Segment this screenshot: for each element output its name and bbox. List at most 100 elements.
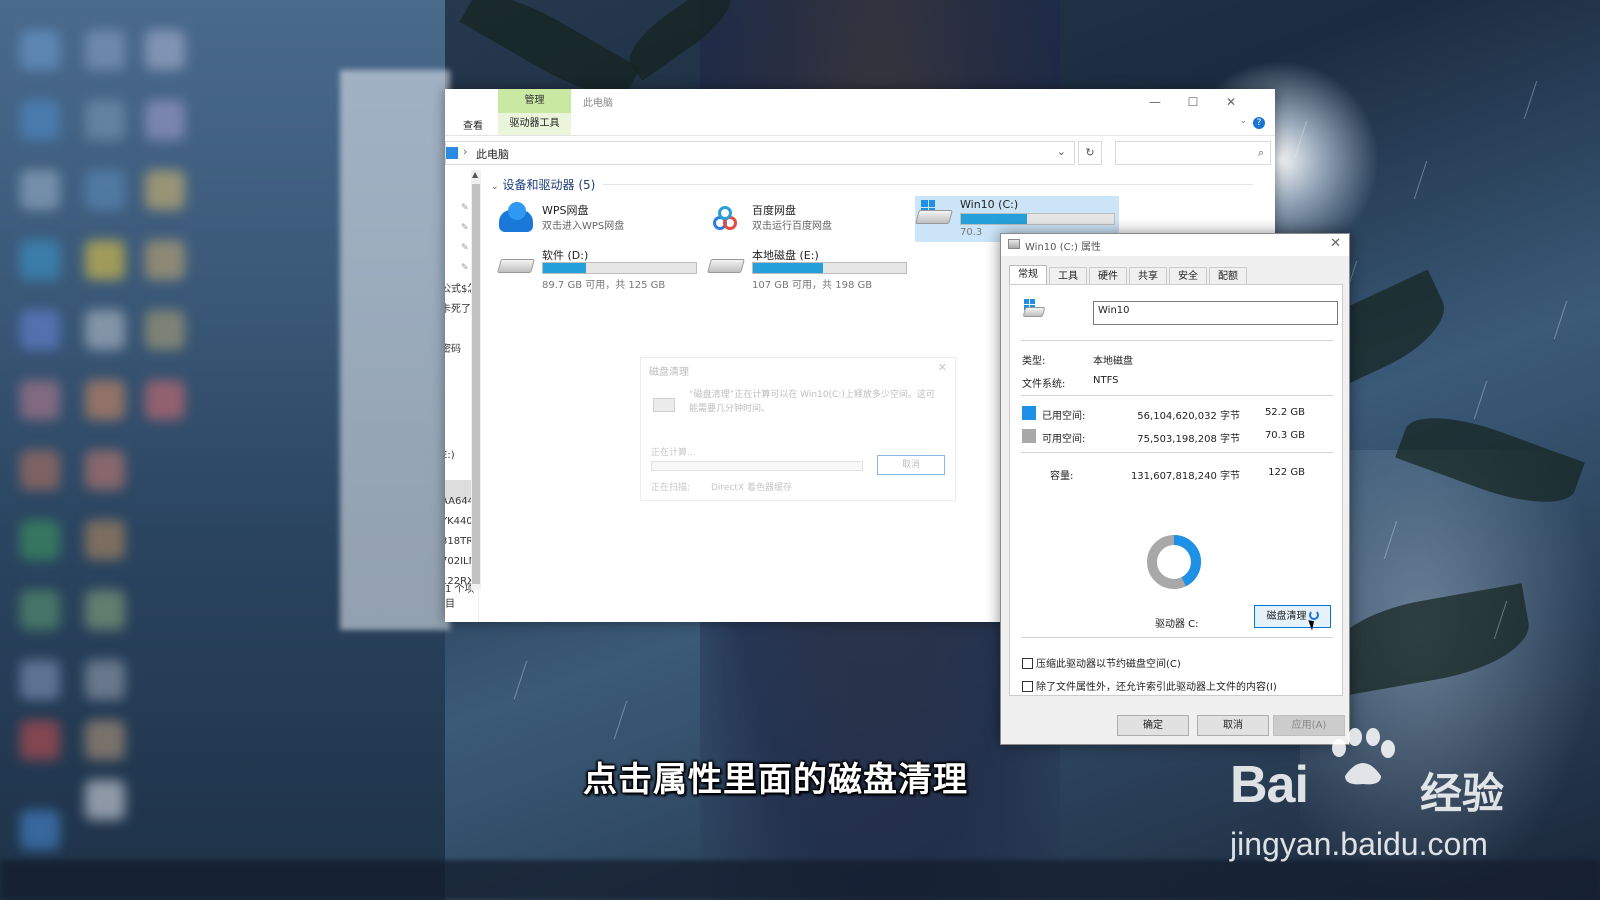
taskbar	[0, 860, 1600, 900]
nav-scrollbar[interactable]: ▲	[471, 170, 481, 590]
drive-free-text: 107 GB 可用，共 198 GB	[752, 280, 873, 291]
capacity-bytes: 131,607,818,240 字节	[1130, 471, 1240, 482]
hard-drive-icon	[497, 249, 535, 279]
capacity-label: 容量:	[1050, 471, 1074, 482]
volume-name-input[interactable]: Win10	[1093, 301, 1338, 325]
pin-icon[interactable]: ✎	[461, 263, 469, 273]
drive-name: 软件 (D:)	[542, 249, 589, 262]
group-title: 设备和驱动器 (5)	[502, 178, 596, 192]
filesystem-label: 文件系统:	[1022, 379, 1066, 390]
drive-item-baidu[interactable]: 百度网盘 双击运行百度网盘	[707, 200, 907, 244]
drive-desc: 双击进入WPS网盘	[542, 221, 625, 232]
close-icon[interactable]: ✕	[938, 361, 947, 374]
drive-usage-fill	[543, 263, 586, 273]
cloud-icon	[497, 202, 535, 234]
free-space-bytes: 75,503,198,208 字节	[1137, 434, 1240, 445]
minimize-button[interactable]: —	[1137, 91, 1173, 113]
group-header[interactable]: ⌄ 设备和驱动器 (5)	[491, 176, 595, 193]
drive-usage-bar	[752, 262, 907, 274]
tab-security[interactable]: 安全	[1169, 267, 1207, 285]
breadcrumb[interactable]: 此电脑	[476, 146, 509, 162]
free-space-gb: 70.3 GB	[1264, 430, 1305, 441]
checkbox-box[interactable]	[1022, 658, 1033, 669]
dialog-title: Win10 (C:) 属性	[1025, 242, 1102, 253]
disk-cleanup-dialog: 磁盘清理 ✕ “磁盘清理”正在计算可以在 Win10(C:)上释放多少空间。这可…	[640, 357, 956, 501]
usage-donut-chart	[1147, 535, 1201, 589]
breadcrumb-arrow-icon[interactable]: ›	[463, 145, 467, 158]
address-bar[interactable]: › 此电脑 ⌄	[445, 141, 1075, 165]
close-button[interactable]: ✕	[1213, 91, 1249, 113]
system-drive-icon	[1022, 299, 1048, 321]
cancel-button[interactable]: 取消	[877, 455, 945, 475]
free-space-label: 可用空间:	[1042, 434, 1086, 445]
disk-cleanup-button[interactable]: 磁盘清理	[1254, 605, 1331, 628]
checkbox-box[interactable]	[1022, 681, 1033, 692]
nav-item[interactable]: 卡死了	[445, 300, 471, 315]
expand-ribbon-icon[interactable]: ⌄	[1239, 116, 1247, 126]
used-space-swatch	[1022, 406, 1036, 420]
tab-hardware[interactable]: 硬件	[1089, 267, 1127, 285]
close-icon[interactable]: ✕	[1330, 236, 1341, 251]
disk-cleanup-label: 磁盘清理	[1266, 611, 1307, 622]
help-icon[interactable]: ?	[1253, 117, 1265, 129]
general-tab-panel: Win10 类型: 本地磁盘 文件系统: NTFS 已用空间: 56,104,6…	[1009, 284, 1343, 696]
drive-name: 百度网盘	[752, 204, 796, 217]
drive-desc: 双击运行百度网盘	[752, 221, 832, 232]
tab-sharing[interactable]: 共享	[1129, 267, 1167, 285]
pin-icon[interactable]: ✎	[461, 203, 469, 213]
divider	[1021, 395, 1333, 396]
search-input[interactable]: ⌕	[1115, 141, 1271, 165]
hard-drive-icon	[707, 249, 745, 279]
window-title: 此电脑	[583, 98, 613, 109]
compress-checkbox[interactable]: 压缩此驱动器以节约磁盘空间(C)	[1022, 655, 1181, 670]
calculating-label: 正在计算...	[651, 448, 696, 458]
system-drive-icon	[915, 200, 953, 230]
address-dropdown-icon[interactable]: ⌄	[1057, 145, 1066, 158]
blurred-desktop	[0, 0, 450, 900]
drive-name: 本地磁盘 (E:)	[752, 249, 819, 262]
scanning-label: 正在扫描:	[651, 483, 691, 493]
progress-bar	[651, 461, 863, 471]
scanning-value: DirectX 着色器缓存	[711, 483, 792, 493]
pin-icon[interactable]: ✎	[461, 223, 469, 233]
baidu-netdisk-icon	[707, 204, 745, 234]
nav-item[interactable]: E:)	[445, 450, 455, 461]
drive-usage-bar	[542, 262, 697, 274]
address-bar-row: › 此电脑 ⌄ ↻ ⌕	[445, 136, 1275, 170]
tab-quota[interactable]: 配额	[1209, 267, 1247, 285]
free-space-swatch	[1022, 429, 1036, 443]
cancel-button[interactable]: 取消	[1197, 715, 1269, 736]
drive-properties-dialog: Win10 (C:) 属性 ✕ 常规 工具 硬件 共享 安全 配额 Win10 …	[1000, 233, 1350, 745]
drive-icon	[1008, 239, 1020, 249]
type-value: 本地磁盘	[1093, 356, 1133, 367]
baidu-watermark-cn: 经验	[1420, 769, 1505, 818]
drive-item-e[interactable]: 本地磁盘 (E:) 107 GB 可用，共 198 GB	[707, 245, 907, 291]
pin-icon[interactable]: ✎	[461, 243, 469, 253]
index-checkbox[interactable]: 除了文件属性外，还允许索引此驱动器上文件的内容(I)	[1022, 678, 1277, 693]
baidu-watermark: Bai	[1230, 756, 1309, 814]
compress-label: 压缩此驱动器以节约磁盘空间(C)	[1036, 659, 1181, 670]
divider	[1021, 637, 1333, 638]
scroll-thumb[interactable]	[472, 184, 480, 584]
index-label: 除了文件属性外，还允许索引此驱动器上文件的内容(I)	[1036, 682, 1277, 693]
tab-tools[interactable]: 工具	[1049, 267, 1087, 285]
drive-item-d[interactable]: 软件 (D:) 89.7 GB 可用，共 125 GB	[497, 245, 697, 291]
dialog-message: “磁盘清理”正在计算可以在 Win10(C:)上释放多少空间。这可能需要几分钟时…	[689, 390, 935, 414]
drive-item-wps[interactable]: WPS网盘 双击进入WPS网盘	[497, 200, 697, 244]
dialog-title: 磁盘清理	[649, 367, 689, 378]
nav-item[interactable]: 密码	[445, 340, 461, 355]
tab-drive-tools[interactable]: 驱动器工具	[498, 113, 571, 135]
tab-manage[interactable]: 管理	[498, 89, 571, 113]
ok-button[interactable]: 确定	[1117, 715, 1189, 736]
tab-general[interactable]: 常规	[1009, 265, 1047, 286]
refresh-button[interactable]: ↻	[1078, 141, 1102, 165]
drive-name: Win10 (C:)	[960, 198, 1019, 211]
nav-item[interactable]: AA644	[445, 496, 474, 507]
scroll-up-icon[interactable]: ▲	[472, 170, 478, 179]
group-divider	[603, 184, 1253, 185]
drive-free-text: 89.7 GB 可用，共 125 GB	[542, 280, 666, 291]
chevron-down-icon[interactable]: ⌄	[491, 182, 499, 192]
drive-usage-fill	[961, 214, 1027, 224]
tab-view[interactable]: 查看	[463, 117, 483, 132]
maximize-button[interactable]: ☐	[1175, 91, 1211, 113]
